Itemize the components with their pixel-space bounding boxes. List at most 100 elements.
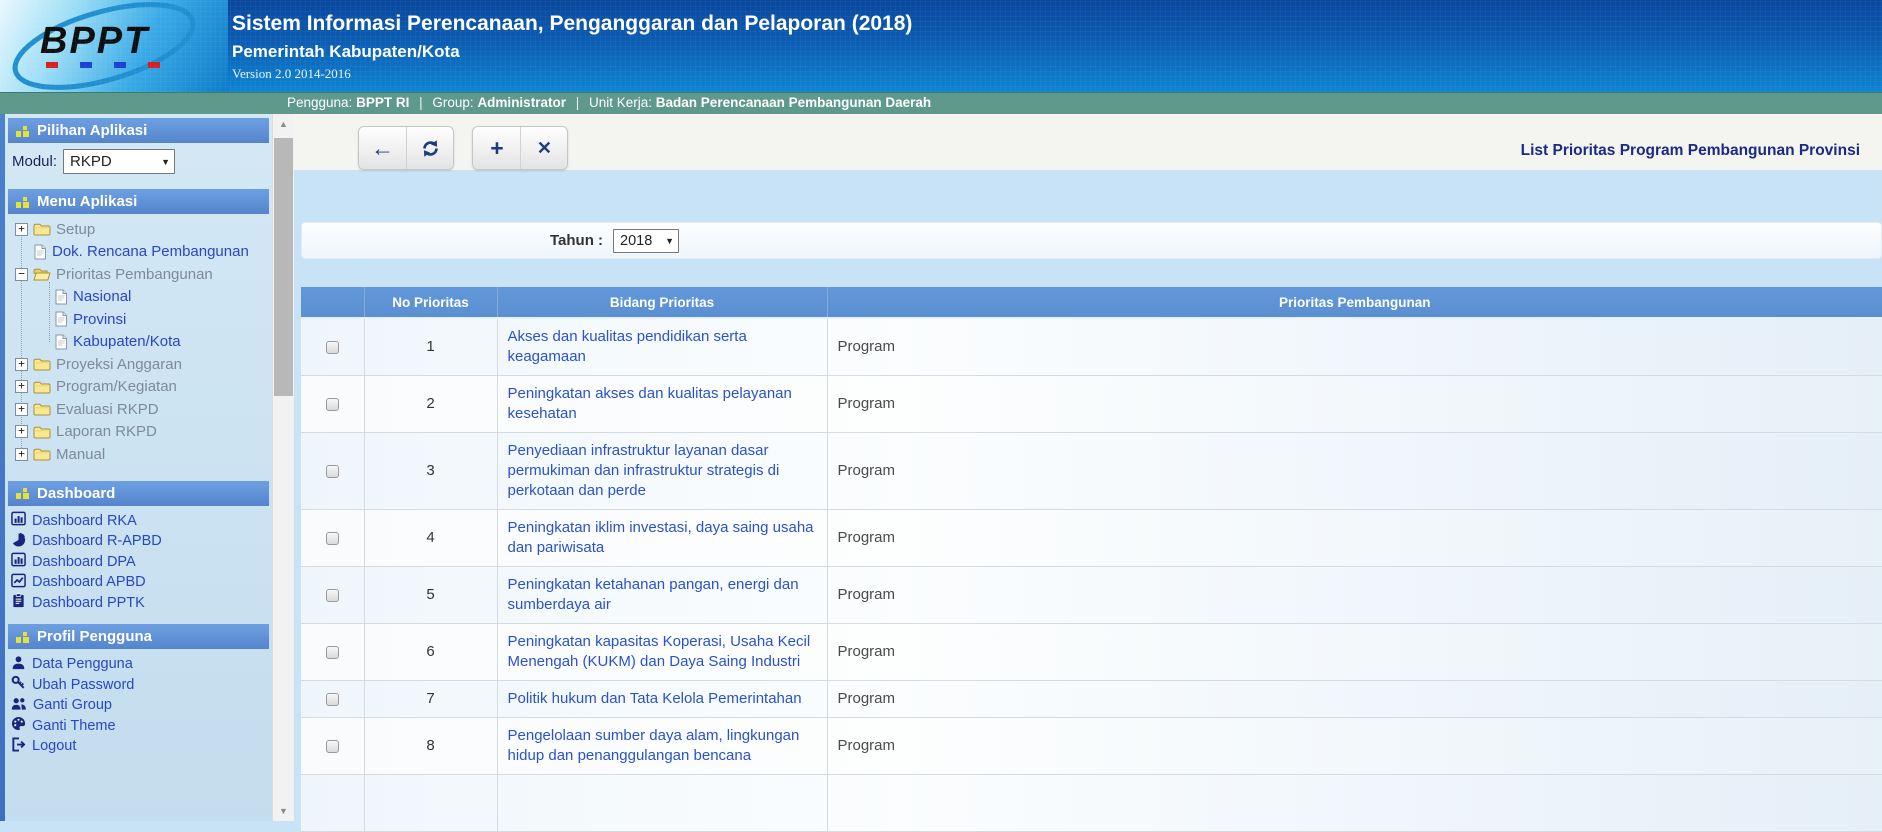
folder-closed-icon <box>33 357 51 371</box>
sidebar-link-ubah-password[interactable]: Ubah Password <box>11 675 266 696</box>
add-button[interactable]: + <box>473 127 521 169</box>
sidebar-link-data-pengguna[interactable]: Data Pengguna <box>11 654 266 675</box>
row-bidang-prioritas: Pengelolaan sumber daya alam, lingkungan… <box>497 717 828 775</box>
sidebar-link-dashboard-rka[interactable]: Dashboard RKA <box>11 511 266 532</box>
row-checkbox[interactable] <box>325 645 339 659</box>
folder-closed-icon <box>33 402 51 416</box>
separator: | <box>575 95 580 110</box>
row-checkbox[interactable] <box>325 397 339 411</box>
row-bidang-prioritas: Peningkatan akses dan kualitas pelayanan… <box>497 375 828 433</box>
row-checkbox[interactable] <box>325 588 339 602</box>
tree-item-manual[interactable]: + Manual <box>5 443 272 466</box>
row-no-prioritas: 2 <box>364 375 498 433</box>
sidebar-link-dashboard-dpa[interactable]: Dashboard DPA <box>11 552 266 573</box>
collapse-minus-icon[interactable]: − <box>15 267 28 281</box>
tree-item-label: Program/Kegiatan <box>56 378 177 396</box>
tree-item-label[interactable]: Nasional <box>73 288 131 305</box>
tree-item-kabupaten-kota[interactable]: Kabupaten/Kota <box>5 331 272 354</box>
bidang-prioritas-link[interactable]: Peningkatan kapasitas Koperasi, Usaha Ke… <box>508 633 811 670</box>
bidang-prioritas-link[interactable]: Politik hukum dan Tata Kelola Pemerintah… <box>508 690 802 707</box>
expand-plus-icon[interactable]: + <box>15 402 28 416</box>
tree-item-dok-rencana-pembangunan[interactable]: Dok. Rencana Pembangunan <box>5 241 272 264</box>
row-bidang-prioritas: Politik hukum dan Tata Kelola Pemerintah… <box>497 680 828 718</box>
bidang-prioritas-link[interactable]: Peningkatan ketahanan pangan, energi dan… <box>508 576 799 613</box>
back-button[interactable]: ← <box>359 127 406 169</box>
tree-item-label[interactable]: Provinsi <box>73 311 126 328</box>
sidebar-link-logout[interactable]: Logout <box>11 736 266 757</box>
row-no-prioritas: 3 <box>364 432 498 510</box>
logout-icon <box>11 737 26 756</box>
tree-item-nasional[interactable]: Nasional <box>5 286 272 309</box>
bidang-prioritas-link[interactable]: Peningkatan akses dan kualitas pelayanan… <box>508 385 792 422</box>
document-icon <box>33 244 47 260</box>
section-title: Pilihan Aplikasi <box>37 122 148 139</box>
expand-plus-icon[interactable]: + <box>15 447 28 461</box>
scroll-up-button[interactable]: ▲ <box>273 114 294 134</box>
app-window: BPPT Sistem Informasi Perencanaan, Penga… <box>0 0 1882 832</box>
tree-item-prioritas-pembangunan[interactable]: − Prioritas Pembangunan <box>5 263 272 286</box>
row-no-prioritas: 6 <box>364 623 498 681</box>
row-checkbox-cell <box>301 623 365 681</box>
table-row-partial <box>301 774 1882 832</box>
expand-plus-icon[interactable]: + <box>15 425 28 439</box>
tree-item-provinsi[interactable]: Provinsi <box>5 308 272 331</box>
bidang-prioritas-link[interactable]: Akses dan kualitas pendidikan serta keag… <box>508 328 747 365</box>
section-dashboard: Dashboard Dashboard RKA Dashboard R-APBD D… <box>5 480 272 618</box>
close-button[interactable]: ✕ <box>520 127 568 169</box>
tree-item-proyeksi-anggaran[interactable]: + Proyeksi Anggaran <box>5 353 272 376</box>
folder-open-icon <box>33 267 51 281</box>
tree-item-label[interactable]: Kabupaten/Kota <box>73 333 181 350</box>
row-checkbox[interactable] <box>325 739 339 753</box>
refresh-button[interactable] <box>406 127 453 169</box>
tree-item-label: Prioritas Pembangunan <box>56 265 213 283</box>
table-row: 3 Penyediaan infrastruktur layanan dasar … <box>301 432 1882 510</box>
modul-select[interactable]: RKPD <box>63 149 176 174</box>
users-icon <box>11 696 27 715</box>
sidebar-link-dashboard-r-apbd[interactable]: Dashboard R-APBD <box>11 531 266 552</box>
row-checkbox-cell <box>301 566 365 624</box>
document-icon <box>54 311 68 327</box>
empty-cell <box>301 774 365 832</box>
tree-item-evaluasi-rkpd[interactable]: + Evaluasi RKPD <box>5 398 272 421</box>
tree-item-laporan-rkpd[interactable]: + Laporan RKPD <box>5 421 272 444</box>
pengguna-label: Pengguna: <box>287 95 353 110</box>
sidebar-link-ganti-group[interactable]: Ganti Group <box>11 695 266 716</box>
sidebar-scrollbar[interactable]: ▲ ▼ <box>272 114 294 821</box>
expand-plus-icon[interactable]: + <box>15 380 28 394</box>
pie-chart-icon <box>11 532 26 551</box>
user-icon <box>11 655 26 674</box>
row-checkbox[interactable] <box>325 464 339 478</box>
palette-icon <box>11 716 26 735</box>
bidang-prioritas-link[interactable]: Peningkatan iklim investasi, daya saing … <box>508 519 814 556</box>
tree-item-program-kegiatan[interactable]: + Program/Kegiatan <box>5 376 272 399</box>
scrollbar-thumb[interactable] <box>274 138 293 396</box>
separator: | <box>419 95 423 110</box>
folder-closed-icon <box>33 425 51 439</box>
expand-plus-icon[interactable]: + <box>15 222 28 236</box>
sidebar-link-label: Dashboard RKA <box>32 512 137 529</box>
sidebar-link-dashboard-apbd[interactable]: Dashboard APBD <box>11 572 266 593</box>
expand-plus-icon[interactable]: + <box>15 357 28 371</box>
row-checkbox[interactable] <box>325 692 339 706</box>
tree-item-label[interactable]: Dok. Rencana Pembangunan <box>52 243 249 260</box>
bar-chart-icon <box>11 552 26 571</box>
folder-closed-icon <box>33 447 51 461</box>
tree-item-setup[interactable]: + Setup <box>5 218 272 241</box>
row-prioritas-pembangunan: Program <box>827 375 1882 433</box>
bidang-prioritas-link[interactable]: Pengelolaan sumber daya alam, lingkungan… <box>508 727 800 764</box>
table-row: 6 Peningkatan kapasitas Koperasi, Usaha K… <box>301 623 1882 681</box>
row-checkbox[interactable] <box>325 531 339 545</box>
folder-closed-icon <box>33 380 51 394</box>
sidebar-link-dashboard-pptk[interactable]: Dashboard PPTK <box>11 593 266 614</box>
bppt-logo: BPPT <box>0 0 228 92</box>
unit-kerja-value: Badan Perencanaan Pembangunan Daerah <box>655 95 932 110</box>
header-titles: Sistem Informasi Perencanaan, Penganggar… <box>228 0 912 92</box>
section-header-profil-pengguna: Profil Pengguna <box>8 624 269 649</box>
row-prioritas-pembangunan: Program <box>827 680 1882 718</box>
bidang-prioritas-link[interactable]: Penyediaan infrastruktur layanan dasar p… <box>508 442 780 499</box>
row-checkbox[interactable] <box>325 340 339 354</box>
tahun-select[interactable]: 2018 <box>613 228 680 253</box>
sidebar-link-ganti-theme[interactable]: Ganti Theme <box>11 716 266 737</box>
empty-cell <box>497 774 828 832</box>
scroll-down-button[interactable]: ▼ <box>273 801 294 821</box>
